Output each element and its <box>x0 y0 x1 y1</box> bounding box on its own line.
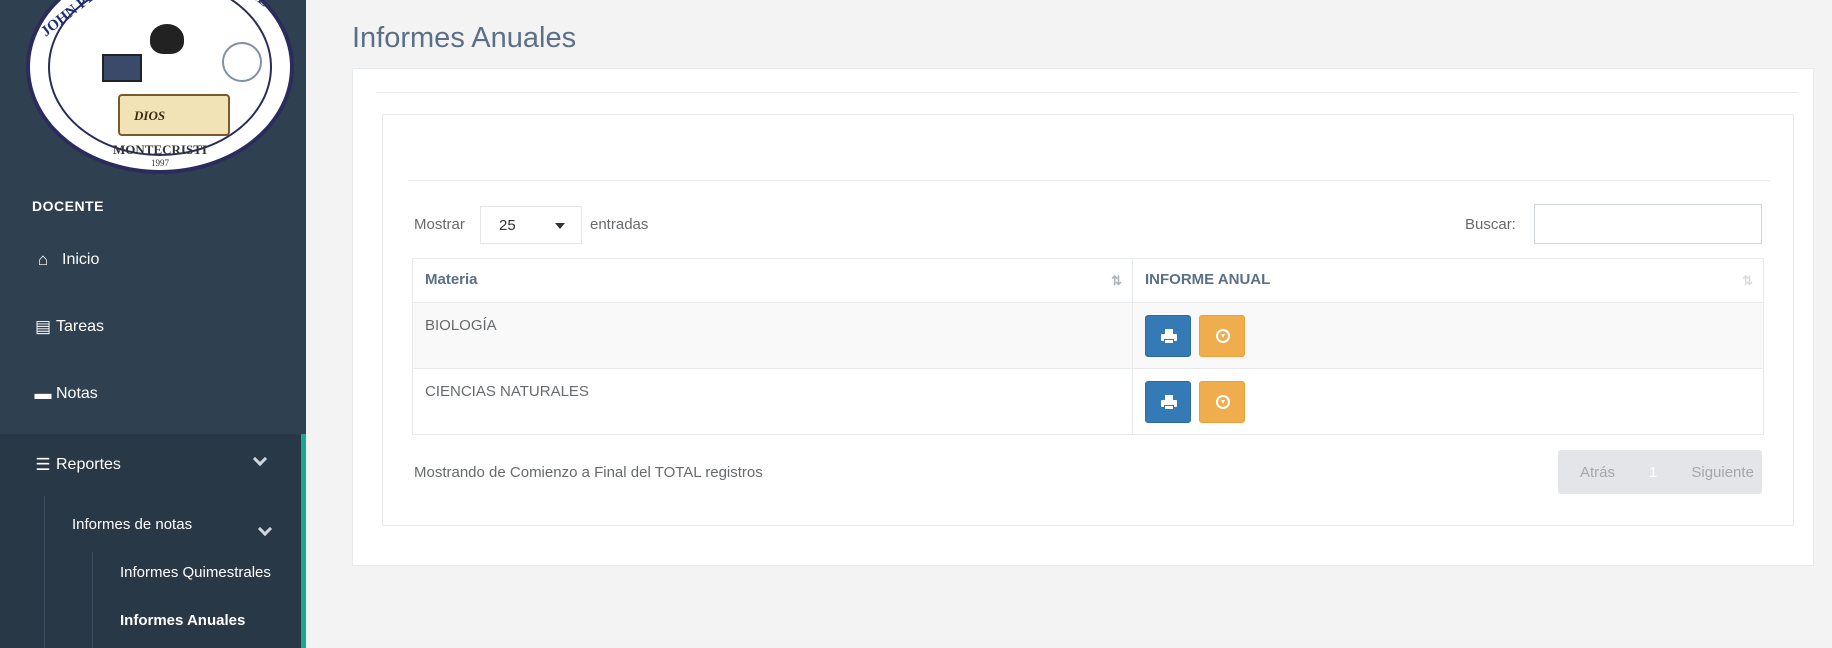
list-icon: ☰ <box>35 455 51 474</box>
divider <box>376 92 1798 93</box>
search-input[interactable] <box>1534 204 1762 244</box>
table-info: Mostrando de Comienzo a Final del TOTAL … <box>414 464 763 481</box>
download-button[interactable] <box>1199 315 1245 357</box>
sidebar-item-notas[interactable]: ▬ Notas <box>0 366 306 422</box>
cell-materia: CIENCIAS NATURALES <box>412 368 1133 435</box>
cell-materia: BIOLOGÍA <box>412 302 1133 369</box>
submenu-informes-anuales[interactable]: Informes Anuales <box>120 612 245 629</box>
sidebar-item-reportes[interactable]: ☰ Reportes <box>0 434 306 496</box>
download-button[interactable] <box>1199 381 1245 423</box>
sidebar-item-label: Inicio <box>62 251 100 268</box>
table-row: CIENCIAS NATURALES <box>412 368 1764 435</box>
print-icon <box>1161 395 1177 410</box>
download-icon <box>1216 395 1230 409</box>
pagination-prev[interactable]: Atrás <box>1580 464 1615 481</box>
divider <box>408 180 1770 181</box>
print-icon <box>1161 329 1177 344</box>
print-button[interactable] <box>1145 381 1191 423</box>
table-row: BIOLOGÍA <box>412 302 1764 369</box>
caret-down-icon <box>555 223 565 229</box>
entries-per-page-select[interactable]: 25 <box>480 206 582 244</box>
pagination-next[interactable]: Siguiente <box>1691 464 1754 481</box>
atom-icon <box>222 42 262 82</box>
school-logo: JOHN PIE MELCHIADE DIOS MONTECRISTI 1997 <box>26 0 294 174</box>
sidebar-item-label: Notas <box>56 385 98 402</box>
laptop-icon <box>102 54 142 82</box>
book-icon: DIOS <box>118 94 230 136</box>
home-icon: ⌂ <box>37 250 49 269</box>
cell-actions <box>1132 302 1764 369</box>
length-label-suffix: entradas <box>590 216 649 233</box>
column-header-materia[interactable]: Materia ⇅ <box>412 258 1133 303</box>
owl-icon <box>150 24 184 54</box>
print-button[interactable] <box>1145 315 1191 357</box>
sort-ascending-icon: ⇅ <box>1111 273 1122 288</box>
entries-per-page-value: 25 <box>499 217 516 234</box>
sidebar-item-label: Reportes <box>56 456 121 473</box>
length-label-prefix: Mostrar <box>414 216 465 233</box>
submenu-informes-quimestrales[interactable]: Informes Quimestrales <box>120 564 271 581</box>
chevron-down-icon <box>252 451 268 467</box>
folder-open-icon: ▬ <box>34 384 52 403</box>
reports-table: Materia ⇅ INFORME ANUAL ⇅ BIOLOGÍA CIENC… <box>412 258 1764 435</box>
sidebar: JOHN PIE MELCHIADE DIOS MONTECRISTI 1997… <box>0 0 306 648</box>
logo-year: 1997 <box>151 158 169 168</box>
column-header-informe-anual[interactable]: INFORME ANUAL ⇅ <box>1132 258 1764 303</box>
sidebar-item-label: Tareas <box>56 318 105 335</box>
pagination-page[interactable]: 1 <box>1649 464 1657 481</box>
submenu-informes-de-notas[interactable]: Informes de notas <box>72 516 192 533</box>
sidebar-item-tareas[interactable]: ▤ Tareas <box>0 299 306 355</box>
page-title: Informes Anuales <box>352 22 577 54</box>
sidebar-item-inicio[interactable]: ⌂ Inicio <box>0 232 306 288</box>
logo-city: MONTECRISTI <box>113 142 207 157</box>
pagination: Atrás 1 Siguiente <box>1558 450 1762 494</box>
download-icon <box>1216 329 1230 343</box>
cell-actions <box>1132 368 1764 435</box>
list-alt-icon: ▤ <box>34 317 52 336</box>
sort-icon: ⇅ <box>1742 273 1753 288</box>
search-label: Buscar: <box>1465 216 1516 233</box>
user-role: DOCENTE <box>32 198 104 214</box>
